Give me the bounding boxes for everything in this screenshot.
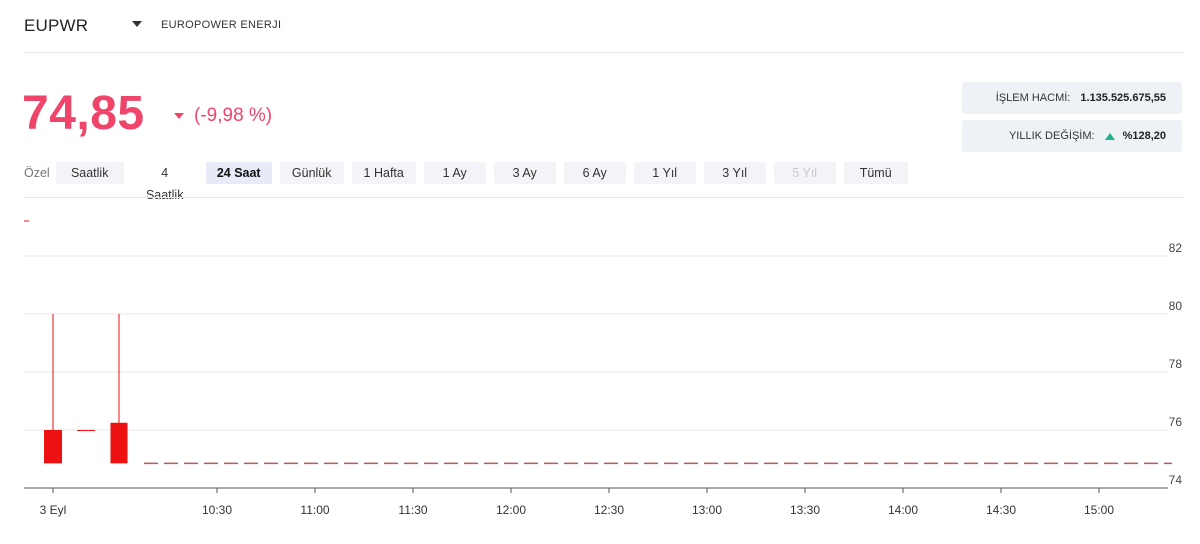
price-chart[interactable]: 74 76 78 80 82 3 Eyl 10:30 11:00 11:30 12:00 12:30… <box>0 200 1200 544</box>
divider <box>24 197 1184 198</box>
tab-hourly[interactable]: Saatlik <box>55 162 124 184</box>
tab-3-months[interactable]: 3 Ay <box>493 162 556 184</box>
ticker-symbol: EUPWR <box>24 16 89 35</box>
y-tick-label: 76 <box>1169 415 1183 429</box>
tab-daily[interactable]: Günlük <box>279 162 344 184</box>
y-tick-label: 74 <box>1169 473 1183 487</box>
yearly-change-box: YILLIK DEĞİŞİM: %128,20 <box>962 120 1182 152</box>
caret-down-icon[interactable] <box>132 21 142 27</box>
x-tick-label: 14:30 <box>986 503 1016 517</box>
tab-1-month[interactable]: 1 Ay <box>423 162 486 184</box>
volume-value: 1.135.525.675,55 <box>1080 92 1166 104</box>
last-price: 74,85 <box>22 87 145 140</box>
triangle-up-icon <box>1104 132 1115 140</box>
price-change: (-9,98 %) <box>194 105 273 126</box>
x-tick-label: 15:00 <box>1084 503 1114 517</box>
x-tick-label: 11:00 <box>300 503 329 517</box>
volume-label: İŞLEM HACMİ: <box>995 92 1071 104</box>
x-tick-label: 3 Eyl <box>40 503 67 517</box>
tab-24-hours[interactable]: 24 Saat <box>205 162 272 184</box>
tab-1-week[interactable]: 1 Hafta <box>351 162 416 184</box>
x-tick-label: 13:00 <box>692 503 722 517</box>
tab-3-years[interactable]: 3 Yıl <box>703 162 766 184</box>
y-tick-label: 82 <box>1169 241 1183 255</box>
volume-box: İŞLEM HACMİ: 1.135.525.675,55 <box>962 82 1182 114</box>
tab-5-years: 5 Yıl <box>773 162 836 184</box>
x-tick-label: 13:30 <box>790 503 820 517</box>
tab-6-months[interactable]: 6 Ay <box>563 162 626 184</box>
x-tick-label: 12:30 <box>594 503 624 517</box>
x-tick-label: 11:30 <box>398 503 427 517</box>
x-tick-label: 12:00 <box>496 503 526 517</box>
tab-4-hourly[interactable]: 4 Saatlik <box>132 162 198 202</box>
x-tick-label: 10:30 <box>202 503 232 517</box>
y-tick-label: 78 <box>1169 357 1183 371</box>
range-tabs: Özel Saatlik 4 Saatlik 24 Saat Günlük 1 … <box>24 162 916 202</box>
tab-1-year[interactable]: 1 Yıl <box>633 162 696 184</box>
x-tick-label: 14:00 <box>888 503 918 517</box>
company-name: EUROPOWER ENERJI <box>161 19 282 31</box>
header-bar: EUPWR EUROPOWER ENERJI <box>24 0 1184 53</box>
triangle-down-icon <box>174 113 184 119</box>
tab-all[interactable]: Tümü <box>843 162 908 184</box>
y-tick-label: 80 <box>1169 299 1183 313</box>
yearly-change-value: %128,20 <box>1122 130 1166 142</box>
candle-body <box>110 422 128 464</box>
candle-body <box>77 430 95 431</box>
yearly-change-label: YILLIK DEĞİŞİM: <box>1008 130 1095 142</box>
custom-range-button[interactable]: Özel <box>24 166 50 180</box>
candle-body <box>44 430 62 464</box>
